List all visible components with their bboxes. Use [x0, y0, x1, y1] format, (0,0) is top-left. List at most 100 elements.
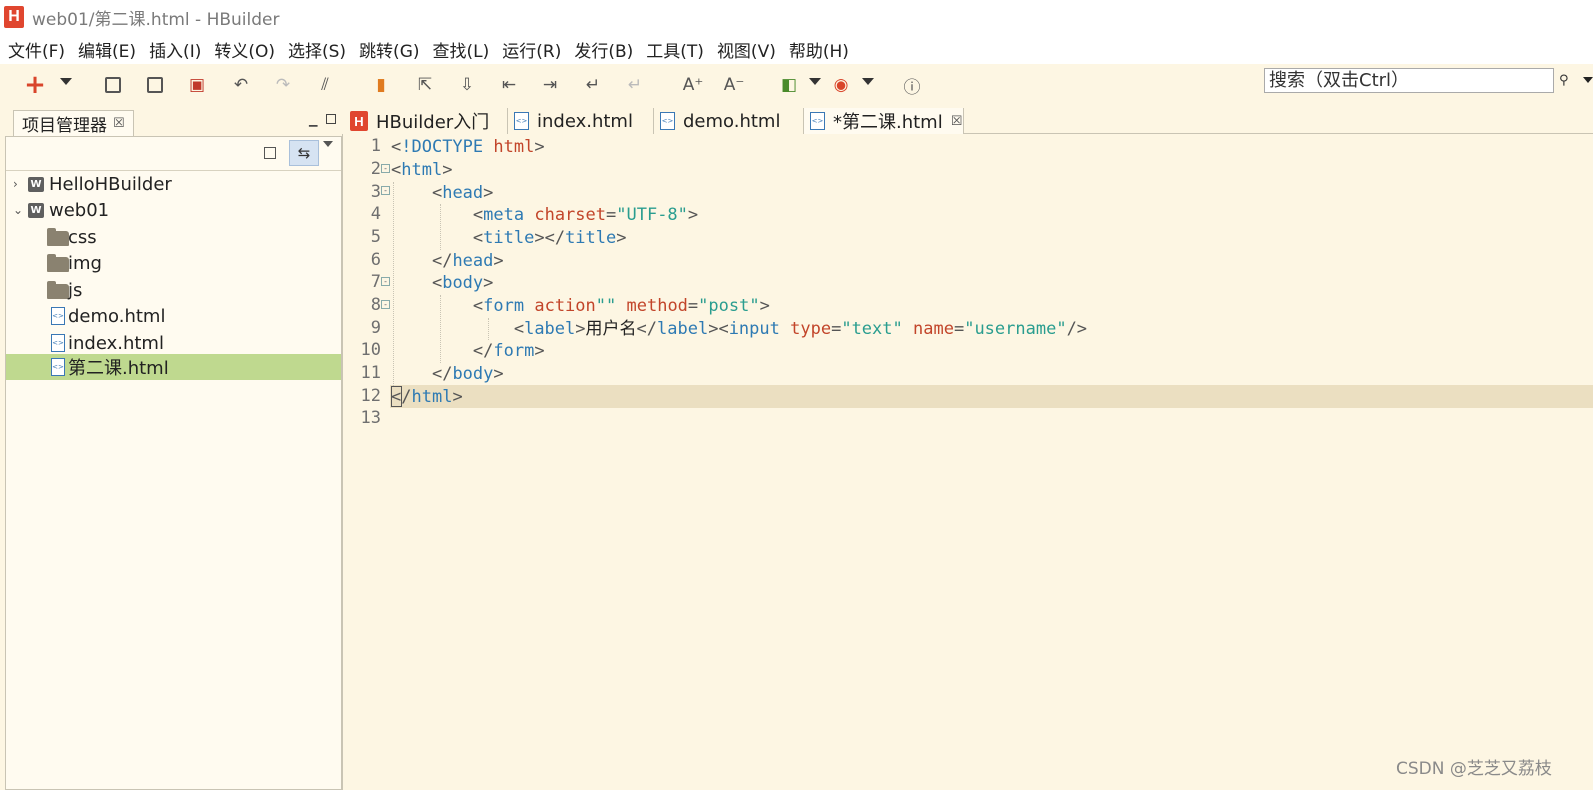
- save-icon[interactable]: [100, 72, 126, 98]
- chevron-down-icon[interactable]: ⌄: [13, 203, 23, 217]
- toolbar: + ▣ ↶ ↷ ⫽ ▮ ⇱ ⇩ ⇤ ⇥ ↵ ↵ A⁺ A⁻ ◧ ◉ ⓘ 搜索（双…: [0, 64, 1593, 106]
- jump-icon[interactable]: ⇱: [412, 72, 438, 98]
- fold-toggle-icon[interactable]: -: [381, 300, 390, 309]
- title-bar: H web01/第二课.html - HBuilder: [0, 0, 1593, 34]
- code-line[interactable]: <form action"" method="post">: [391, 295, 770, 317]
- view-menu-icon[interactable]: [323, 141, 333, 147]
- tree-item-css[interactable]: css: [6, 224, 341, 250]
- unwrap-icon[interactable]: ↵: [622, 72, 648, 98]
- tree-item-demo-html[interactable]: <> demo.html: [6, 303, 341, 329]
- search-dropdown-icon[interactable]: [1583, 77, 1593, 83]
- line-number: 9: [370, 318, 381, 338]
- help-icon[interactable]: ⓘ: [899, 72, 925, 98]
- redo-icon[interactable]: ↷: [270, 72, 296, 98]
- browser-dropdown-icon[interactable]: [862, 78, 874, 85]
- search-icon[interactable]: ⚲: [1559, 73, 1569, 88]
- save-all-icon[interactable]: [142, 72, 168, 98]
- code-line[interactable]: <label>用户名</label><input type="text" nam…: [391, 318, 1087, 340]
- line-number: 10: [360, 340, 381, 360]
- tree-item-label: HelloHBuilder: [49, 173, 172, 195]
- menu-run[interactable]: 运行(R): [502, 37, 561, 62]
- browser-icon[interactable]: ◉: [828, 72, 854, 98]
- close-file-icon[interactable]: ▣: [184, 72, 210, 98]
- link-editor-icon[interactable]: ⇆: [289, 140, 319, 166]
- tab-hbuilder-intro[interactable]: H HBuilder入门: [344, 108, 508, 134]
- code-editor[interactable]: 1 2 3 4 5 6 7 8 9 10 11 12 13 - - - - <!…: [342, 134, 1593, 790]
- code-line[interactable]: <head>: [391, 182, 493, 204]
- tab-index-html[interactable]: <> index.html: [508, 108, 654, 134]
- tree-item-lesson2-html[interactable]: <> 第二课.html: [6, 354, 341, 380]
- html-file-icon: <>: [810, 112, 825, 130]
- preview-dropdown-icon[interactable]: [809, 78, 821, 85]
- line-number: 3: [370, 182, 381, 202]
- chevron-right-icon[interactable]: ›: [13, 177, 18, 191]
- line-number: 1: [370, 136, 381, 156]
- menu-view[interactable]: 视图(V): [717, 37, 776, 62]
- code-line[interactable]: <meta charset="UTF-8">: [391, 204, 698, 226]
- project-icon: W: [28, 176, 44, 192]
- code-line[interactable]: </head>: [391, 250, 504, 272]
- close-icon[interactable]: ☒: [113, 116, 125, 131]
- close-icon[interactable]: ☒: [951, 114, 963, 129]
- indent-left-icon[interactable]: ⇤: [496, 72, 522, 98]
- code-line[interactable]: <title></title>: [391, 227, 627, 249]
- font-bigger-icon[interactable]: A⁺: [680, 72, 706, 98]
- fold-toggle-icon[interactable]: -: [381, 164, 390, 173]
- tree-item-index-html[interactable]: <> index.html: [6, 330, 341, 356]
- undo-icon[interactable]: ↶: [228, 72, 254, 98]
- minimize-icon[interactable]: ▁: [309, 114, 317, 127]
- folder-icon: [47, 228, 69, 246]
- tab-project-manager[interactable]: 项目管理器 ☒: [13, 110, 134, 136]
- code-line[interactable]: </form>: [391, 340, 545, 362]
- wrap-icon[interactable]: ↵: [580, 72, 606, 98]
- fold-toggle-icon[interactable]: -: [381, 277, 390, 286]
- tab-label: HBuilder入门: [376, 112, 490, 133]
- collapse-all-icon[interactable]: [264, 147, 276, 159]
- line-number: 5: [370, 227, 381, 247]
- fold-toggle-icon[interactable]: -: [381, 186, 390, 195]
- menu-edit[interactable]: 编辑(E): [78, 37, 136, 62]
- format-icon[interactable]: ⫽: [312, 72, 338, 98]
- line-number: 4: [370, 204, 381, 224]
- tree-item-js[interactable]: js: [6, 277, 341, 303]
- tree-item-web01[interactable]: ⌄ W web01: [6, 197, 341, 223]
- download-icon[interactable]: ⇩: [454, 72, 480, 98]
- menu-help[interactable]: 帮助(H): [789, 37, 849, 62]
- menu-select[interactable]: 选择(S): [288, 37, 346, 62]
- preview-icon[interactable]: ◧: [776, 72, 802, 98]
- tree-item-label: index.html: [68, 332, 164, 354]
- tree-item-img[interactable]: img: [6, 250, 341, 276]
- line-number: 11: [360, 363, 381, 383]
- html-file-icon: <>: [51, 307, 65, 325]
- menu-escape[interactable]: 转义(O): [214, 37, 275, 62]
- hbuilder-logo-icon: H: [4, 6, 24, 28]
- menu-publish[interactable]: 发行(B): [574, 37, 633, 62]
- menu-insert[interactable]: 插入(I): [149, 37, 201, 62]
- tab-demo-html[interactable]: <> demo.html: [654, 108, 804, 134]
- tab-label: demo.html: [683, 110, 781, 132]
- editor-tabbar: H HBuilder入门 <> index.html <> demo.html …: [344, 108, 1593, 134]
- tab-label: index.html: [537, 110, 633, 132]
- bookmark-icon[interactable]: ▮: [368, 72, 394, 98]
- code-line[interactable]: <!DOCTYPE html>: [391, 136, 545, 158]
- new-dropdown-icon[interactable]: [60, 78, 72, 85]
- folder-icon: [47, 254, 69, 272]
- line-number: 7: [370, 272, 381, 292]
- indent-right-icon[interactable]: ⇥: [537, 72, 563, 98]
- new-icon[interactable]: +: [22, 70, 48, 100]
- code-line[interactable]: <body>: [391, 272, 493, 294]
- menu-tools[interactable]: 工具(T): [646, 37, 704, 62]
- tab-lesson2-html[interactable]: <> *第二课.html ☒: [804, 108, 964, 134]
- search-input[interactable]: 搜索（双击Ctrl）: [1264, 68, 1554, 93]
- html-file-icon: <>: [51, 334, 65, 352]
- menu-find[interactable]: 查找(L): [433, 37, 490, 62]
- code-line[interactable]: <html>: [391, 159, 452, 181]
- code-line[interactable]: </body>: [391, 363, 504, 385]
- html-file-icon: <>: [660, 112, 675, 130]
- font-smaller-icon[interactable]: A⁻: [721, 72, 747, 98]
- maximize-icon[interactable]: [326, 114, 336, 124]
- menu-file[interactable]: 文件(F): [8, 37, 65, 62]
- tree-item-hellohbuilder[interactable]: › W HelloHBuilder: [6, 171, 341, 197]
- menu-goto[interactable]: 跳转(G): [359, 37, 419, 62]
- folder-icon: [47, 281, 69, 299]
